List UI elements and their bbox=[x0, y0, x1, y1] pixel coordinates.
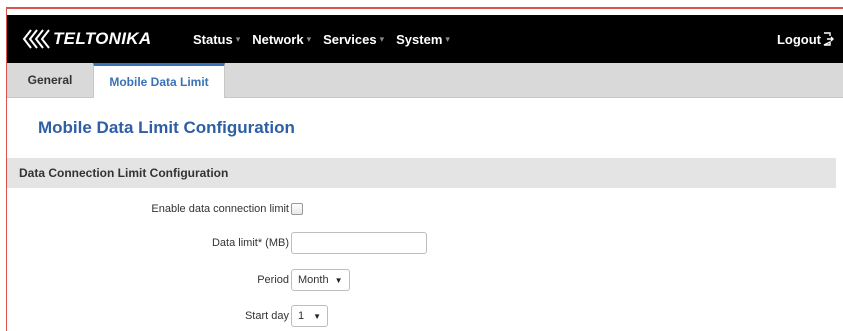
enable-limit-checkbox[interactable] bbox=[291, 203, 303, 215]
menu-services[interactable]: Services ▾ bbox=[323, 32, 384, 47]
section-title: Data Connection Limit Configuration bbox=[19, 166, 229, 180]
form-row-start-day: Start day 1 ▼ bbox=[7, 303, 836, 329]
page-title: Mobile Data Limit Configuration bbox=[38, 118, 295, 137]
form-row-period: Period Month ▼ bbox=[7, 267, 836, 293]
dropdown-arrow-icon: ▼ bbox=[313, 311, 322, 321]
top-navbar: TELTONIKA Status ▾ Network ▾ Services ▾ Sys… bbox=[7, 15, 843, 63]
period-label: Period bbox=[257, 274, 289, 286]
start-day-select[interactable]: 1 ▼ bbox=[291, 305, 329, 327]
start-day-select-value: 1 bbox=[298, 310, 305, 322]
form-row-data-limit: Data limit* (MB) bbox=[7, 230, 836, 256]
chevron-down-icon: ▾ bbox=[445, 33, 450, 44]
data-limit-label: Data limit* (MB) bbox=[211, 237, 289, 249]
form-row-enable: Enable data connection limit bbox=[7, 196, 836, 222]
teltonika-chevrons-icon bbox=[22, 29, 50, 49]
period-select-value: Month bbox=[298, 274, 329, 286]
chevron-down-icon: ▾ bbox=[235, 33, 241, 44]
tab-general[interactable]: General bbox=[7, 63, 93, 97]
enable-limit-label: Enable data connection limit bbox=[151, 203, 289, 215]
period-select[interactable]: Month ▼ bbox=[291, 269, 350, 291]
tab-bar: General Mobile Data Limit bbox=[7, 63, 843, 98]
tab-mobile-data-limit[interactable]: Mobile Data Limit bbox=[93, 63, 225, 98]
menu-status[interactable]: Status ▾ bbox=[193, 32, 240, 47]
menu-system[interactable]: System ▾ bbox=[396, 32, 450, 47]
menu-status-label: Status bbox=[193, 31, 233, 47]
section-header: Data Connection Limit Configuration bbox=[7, 158, 836, 188]
menu-network-label: Network bbox=[252, 31, 304, 47]
brand-name: TELTONIKA bbox=[53, 29, 152, 48]
tab-general-label: General bbox=[27, 73, 73, 87]
brand-logo[interactable]: TELTONIKA bbox=[21, 26, 151, 52]
chevron-down-icon: ▾ bbox=[306, 33, 312, 44]
dropdown-arrow-icon: ▼ bbox=[334, 275, 343, 285]
logout-label: Logout bbox=[776, 31, 821, 47]
main-menu: Status ▾ Network ▾ Services ▾ System ▾ bbox=[193, 15, 462, 63]
logout-arrow-icon bbox=[823, 32, 834, 46]
chevron-down-icon: ▾ bbox=[379, 33, 385, 44]
menu-services-label: Services bbox=[323, 31, 377, 47]
menu-network[interactable]: Network ▾ bbox=[252, 32, 311, 47]
tab-mobile-data-limit-label: Mobile Data Limit bbox=[109, 75, 209, 89]
data-limit-input[interactable] bbox=[291, 232, 427, 254]
logout-button[interactable]: Logout bbox=[777, 15, 835, 63]
start-day-label: Start day bbox=[244, 310, 289, 322]
menu-system-label: System bbox=[396, 31, 443, 47]
